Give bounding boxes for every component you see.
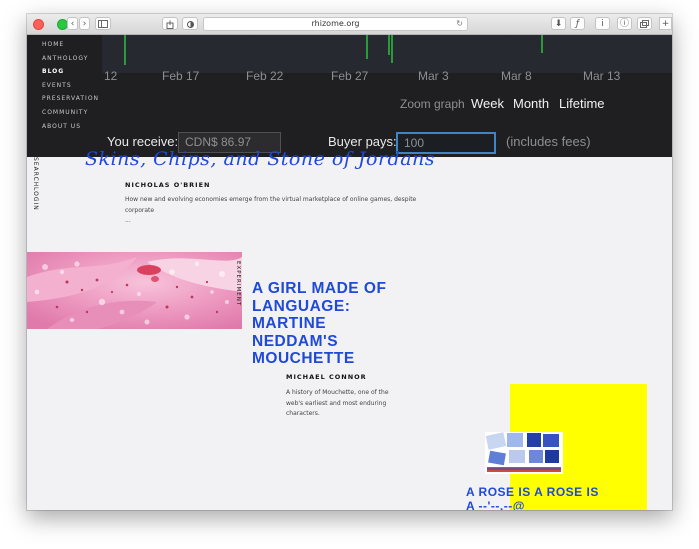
x-tick-label: Mar 3 (418, 69, 449, 83)
price-chart-line (124, 35, 543, 65)
plus-icon: + (661, 19, 670, 29)
article-title-rose[interactable]: A ROSE IS A ROSE IS A --'--,--@ (466, 485, 599, 510)
search-link[interactable]: SEARCH (32, 157, 39, 187)
nav-events[interactable]: EVENTS (42, 82, 99, 96)
lily-photo (27, 252, 242, 329)
browser-window: ‹ › rhizome.org ↻ ⬇ ƒ ⅰ ⓘ + 12 Feb 17 Fe… (27, 14, 672, 510)
close-window-button[interactable] (33, 19, 44, 30)
article-author[interactable]: MICHAEL CONNOR (286, 373, 367, 381)
extension-button-1[interactable]: ⬇ (551, 17, 566, 30)
nav-blog[interactable]: BLOG (42, 68, 99, 82)
nav-about-us[interactable]: ABOUT US (42, 123, 99, 137)
chevron-left-icon: ‹ (70, 19, 75, 29)
nav-community[interactable]: COMMUNITY (42, 109, 99, 123)
title-line: A GIRL MADE OF (252, 280, 387, 297)
reader-button[interactable] (182, 17, 198, 30)
nav-home[interactable]: HOME (42, 41, 99, 55)
you-receive-label: You receive: (107, 134, 179, 149)
x-tick-label: Feb 22 (246, 69, 284, 83)
article-author[interactable]: NICHOLAS O'BRIEN (125, 181, 211, 189)
article-title-link[interactable]: Skins, Chips, and Stone of Jordans (85, 148, 435, 170)
x-tick-label: Mar 13 (583, 69, 621, 83)
title-line: NEDDAM'S (252, 332, 339, 350)
article-description: How new and evolving economies emerge fr… (125, 195, 425, 227)
article-tag-experiment[interactable]: EXPERIMENT (235, 261, 241, 306)
share-button[interactable] (162, 17, 178, 30)
price-chart-panel: 12 Feb 17 Feb 22 Feb 27 Mar 3 Mar 8 Mar … (27, 35, 672, 157)
description-line: characters. (286, 410, 320, 417)
sidebar-icon (98, 20, 108, 28)
tabs-overview-button[interactable] (637, 17, 652, 30)
article-image-lily[interactable] (27, 252, 242, 329)
share-icon (166, 20, 174, 29)
article-description-ellipsis: ... (125, 217, 131, 224)
circle-info-icon: ⓘ (619, 19, 629, 29)
extension-button-4[interactable]: ⓘ (617, 17, 632, 30)
info-icon: ⅰ (601, 19, 604, 29)
address-bar[interactable]: rhizome.org ↻ (203, 17, 468, 31)
x-tick-label: Mar 8 (501, 69, 532, 83)
description-line: web's earliest and most enduring (286, 399, 387, 407)
includes-fees-note: (includes fees) (506, 134, 591, 149)
reload-icon[interactable]: ↻ (456, 18, 463, 30)
extension-button-3[interactable]: ⅰ (595, 17, 610, 30)
x-tick-label: 12 (104, 69, 118, 83)
zoom-graph-label: Zoom graph (400, 97, 465, 111)
title-line: A ROSE IS A ROSE IS (466, 485, 599, 499)
forward-button[interactable]: › (79, 17, 90, 30)
zoom-month-link[interactable]: Month (513, 96, 549, 111)
nav-preservation[interactable]: PRESERVATION (42, 95, 99, 109)
login-link[interactable]: LOGIN (32, 187, 39, 211)
reader-toggle-icon (186, 21, 194, 28)
new-tab-button[interactable]: + (659, 17, 672, 30)
x-tick-label: Feb 17 (162, 69, 200, 83)
article-description-text: How new and evolving economies emerge fr… (125, 196, 417, 214)
script-icon: ƒ (575, 19, 580, 29)
article-description: A history of Mouchette, one of the web's… (286, 388, 389, 420)
x-tick-label: Feb 27 (331, 69, 369, 83)
sidebar-toggle-button[interactable] (95, 17, 111, 30)
title-line: LANGUAGE: (252, 297, 351, 315)
price-chart-plot (102, 35, 672, 73)
rose-ascii-graphic (485, 432, 561, 472)
zoom-week-link[interactable]: Week (471, 96, 504, 111)
page-content: 12 Feb 17 Feb 22 Feb 27 Mar 3 Mar 8 Mar … (27, 35, 672, 510)
article-thumbnail-rose[interactable] (485, 432, 563, 474)
extension-button-2[interactable]: ƒ (570, 17, 585, 30)
article-title-mouchette[interactable]: A GIRL MADE OF LANGUAGE: MARTINE NEDDAM'… (252, 280, 386, 368)
description-line: A history of Mouchette, one of the (286, 389, 389, 396)
back-button[interactable]: ‹ (67, 17, 78, 30)
title-line: MOUCHETTE (252, 350, 355, 367)
nav-anthology[interactable]: ANTHOLOGY (42, 55, 99, 69)
zoom-lifetime-link[interactable]: Lifetime (559, 96, 605, 111)
side-navigation: HOME ANTHOLOGY BLOG EVENTS PRESERVATION … (42, 41, 99, 136)
title-bar: ‹ › rhizome.org ↻ ⬇ ƒ ⅰ ⓘ + (27, 14, 672, 491)
title-line: MARTINE (252, 315, 327, 332)
tabs-icon (640, 20, 649, 28)
download-icon: ⬇ (554, 19, 563, 29)
chevron-right-icon: › (82, 19, 87, 29)
title-line: A --'--,--@ (466, 498, 525, 510)
buyer-pays-label: Buyer pays: (328, 134, 397, 149)
url-text: rhizome.org (311, 19, 360, 28)
